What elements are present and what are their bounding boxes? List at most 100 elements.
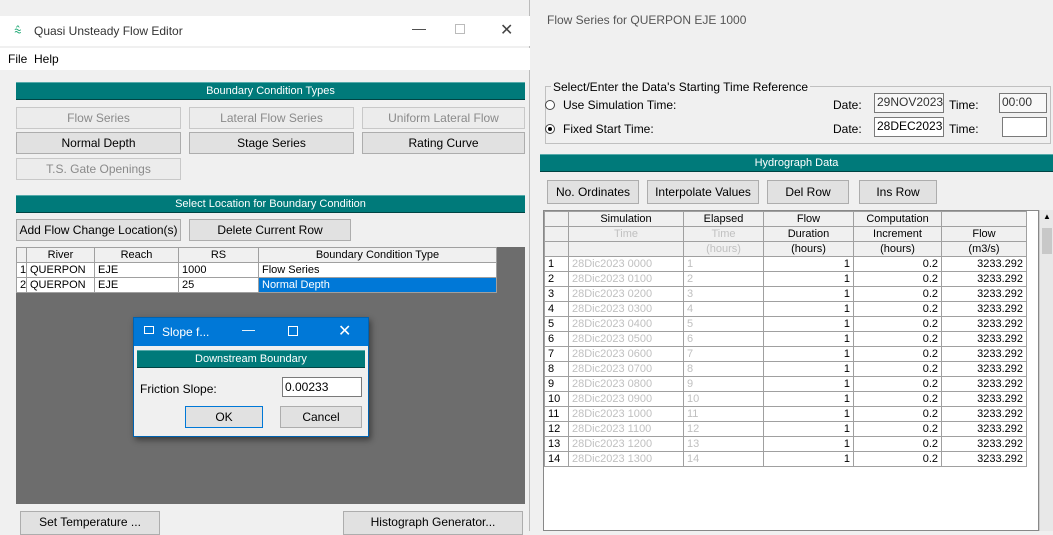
normal-depth-button[interactable]: Normal Depth (16, 132, 181, 154)
table-row[interactable]: 9 28Dic2023 0800 9 1 0.2 3233.292 (544, 376, 1027, 392)
add-flow-change-location-button[interactable]: Add Flow Change Location(s) (16, 219, 181, 241)
cell-dur[interactable]: 1 (763, 421, 854, 437)
cell-inc[interactable]: 0.2 (853, 331, 942, 347)
cell-dur[interactable]: 1 (763, 376, 854, 392)
dialog-maximize-icon[interactable] (288, 326, 298, 336)
table-row[interactable]: 2 28Dic2023 0100 2 1 0.2 3233.292 (544, 271, 1027, 287)
maximize-icon[interactable] (455, 24, 465, 34)
cell-inc[interactable]: 0.2 (853, 391, 942, 407)
set-temperature-button[interactable]: Set Temperature ... (20, 511, 160, 535)
cell-inc[interactable]: 0.2 (853, 346, 942, 362)
vertical-scrollbar[interactable]: ▲ (1039, 210, 1053, 531)
cell-dur[interactable]: 1 (763, 301, 854, 317)
cell-dur[interactable]: 1 (763, 256, 854, 272)
cell-flow[interactable]: 3233.292 (941, 376, 1027, 392)
cell-flow[interactable]: 3233.292 (941, 451, 1027, 467)
cell-flow[interactable]: 3233.292 (941, 421, 1027, 437)
cell-inc[interactable]: 0.2 (853, 271, 942, 287)
table-row[interactable]: 5 28Dic2023 0400 5 1 0.2 3233.292 (544, 316, 1027, 332)
dialog-close-icon[interactable]: ✕ (338, 321, 351, 341)
table-row[interactable]: 7 28Dic2023 0600 7 1 0.2 3233.292 (544, 346, 1027, 362)
minimize-icon[interactable]: — (412, 20, 426, 36)
histograph-generator-button[interactable]: Histograph Generator... (343, 511, 523, 535)
col-river: River (26, 247, 95, 263)
cell-flow[interactable]: 3233.292 (941, 316, 1027, 332)
sim-time-field[interactable]: 00:00 (999, 93, 1047, 113)
editor-window: ⩯ Quasi Unsteady Flow Editor — ✕ File He… (0, 0, 530, 535)
cell-inc[interactable]: 0.2 (853, 301, 942, 317)
table-row[interactable]: 10 28Dic2023 0900 10 1 0.2 3233.292 (544, 391, 1027, 407)
cell-flow[interactable]: 3233.292 (941, 301, 1027, 317)
table-row[interactable]: 14 28Dic2023 1300 14 1 0.2 3233.292 (544, 451, 1027, 467)
table-row[interactable]: 6 28Dic2023 0500 6 1 0.2 3233.292 (544, 331, 1027, 347)
scroll-up-icon[interactable]: ▲ (1043, 212, 1051, 221)
fixed-time-field[interactable] (1002, 117, 1047, 137)
table-row[interactable]: 12 28Dic2023 1100 12 1 0.2 3233.292 (544, 421, 1027, 437)
interpolate-values-button[interactable]: Interpolate Values (647, 180, 759, 204)
sim-date-field[interactable]: 29NOV2023 (874, 93, 944, 113)
cell-flow[interactable]: 3233.292 (941, 391, 1027, 407)
ok-button[interactable]: OK (185, 406, 263, 428)
cell-dur[interactable]: 1 (763, 271, 854, 287)
no-ordinates-button[interactable]: No. Ordinates (547, 180, 639, 204)
menu-help[interactable]: Help (34, 52, 59, 66)
uniform-lateral-flow-button[interactable]: Uniform Lateral Flow (362, 107, 525, 129)
table-row[interactable]: 1 QUERPON EJE 1000 Flow Series (16, 262, 497, 278)
cell-sim: 28Dic2023 0900 (568, 391, 684, 407)
rating-curve-button[interactable]: Rating Curve (362, 132, 525, 154)
cell-inc[interactable]: 0.2 (853, 451, 942, 467)
delete-current-row-button[interactable]: Delete Current Row (189, 219, 351, 241)
fixed-date-field[interactable]: 28DEC2023 (874, 117, 944, 137)
cell-dur[interactable]: 1 (763, 436, 854, 452)
cell-inc[interactable]: 0.2 (853, 376, 942, 392)
menu-file[interactable]: File (8, 52, 27, 66)
close-icon[interactable]: ✕ (500, 20, 513, 40)
cell-dur[interactable]: 1 (763, 391, 854, 407)
table-row[interactable]: 4 28Dic2023 0300 4 1 0.2 3233.292 (544, 301, 1027, 317)
cancel-button[interactable]: Cancel (280, 406, 362, 428)
table-row[interactable]: 13 28Dic2023 1200 13 1 0.2 3233.292 (544, 436, 1027, 452)
cell-dur[interactable]: 1 (763, 331, 854, 347)
flow-series-button[interactable]: Flow Series (16, 107, 181, 129)
lateral-flow-series-button[interactable]: Lateral Flow Series (189, 107, 354, 129)
cell-dur[interactable]: 1 (763, 316, 854, 332)
cell-flow[interactable]: 3233.292 (941, 331, 1027, 347)
friction-slope-input[interactable]: 0.00233 (282, 377, 362, 397)
cell-inc[interactable]: 0.2 (853, 286, 942, 302)
cell-flow[interactable]: 3233.292 (941, 256, 1027, 272)
cell-dur[interactable]: 1 (763, 406, 854, 422)
cell-inc[interactable]: 0.2 (853, 256, 942, 272)
ts-gate-openings-button[interactable]: T.S. Gate Openings (16, 158, 181, 180)
table-row[interactable]: 11 28Dic2023 1000 11 1 0.2 3233.292 (544, 406, 1027, 422)
cell-flow[interactable]: 3233.292 (941, 361, 1027, 377)
table-row[interactable]: 1 28Dic2023 0000 1 1 0.2 3233.292 (544, 256, 1027, 272)
cell-inc[interactable]: 0.2 (853, 436, 942, 452)
table-row[interactable]: 3 28Dic2023 0200 3 1 0.2 3233.292 (544, 286, 1027, 302)
ins-row-button[interactable]: Ins Row (859, 180, 937, 204)
cell-dur[interactable]: 1 (763, 286, 854, 302)
cell-inc[interactable]: 0.2 (853, 316, 942, 332)
table-row[interactable]: 8 28Dic2023 0700 8 1 0.2 3233.292 (544, 361, 1027, 377)
selected-cell[interactable]: Normal Depth (258, 277, 497, 293)
del-row-button[interactable]: Del Row (767, 180, 849, 204)
cell-elapsed: 8 (683, 361, 764, 377)
cell-inc[interactable]: 0.2 (853, 361, 942, 377)
cell-inc[interactable]: 0.2 (853, 421, 942, 437)
cell-flow[interactable]: 3233.292 (941, 271, 1027, 287)
scroll-thumb[interactable] (1042, 228, 1052, 254)
cell-inc[interactable]: 0.2 (853, 406, 942, 422)
cell-elapsed: 7 (683, 346, 764, 362)
stage-series-button[interactable]: Stage Series (189, 132, 354, 154)
fixed-start-time-radio[interactable] (545, 124, 555, 134)
cell-dur[interactable]: 1 (763, 451, 854, 467)
cell-flow[interactable]: 3233.292 (941, 346, 1027, 362)
cell-flow[interactable]: 3233.292 (941, 286, 1027, 302)
cell-dur[interactable]: 1 (763, 346, 854, 362)
cell-flow[interactable]: 3233.292 (941, 406, 1027, 422)
table-row[interactable]: 2 QUERPON EJE 25 Normal Depth (16, 277, 497, 293)
cell-dur[interactable]: 1 (763, 361, 854, 377)
cell-flow[interactable]: 3233.292 (941, 436, 1027, 452)
use-simulation-time-radio[interactable] (545, 100, 555, 110)
dialog-minimize-icon[interactable]: — (242, 322, 255, 337)
hydrograph-table: Simulation Elapsed Flow Computation Time… (544, 211, 1027, 467)
